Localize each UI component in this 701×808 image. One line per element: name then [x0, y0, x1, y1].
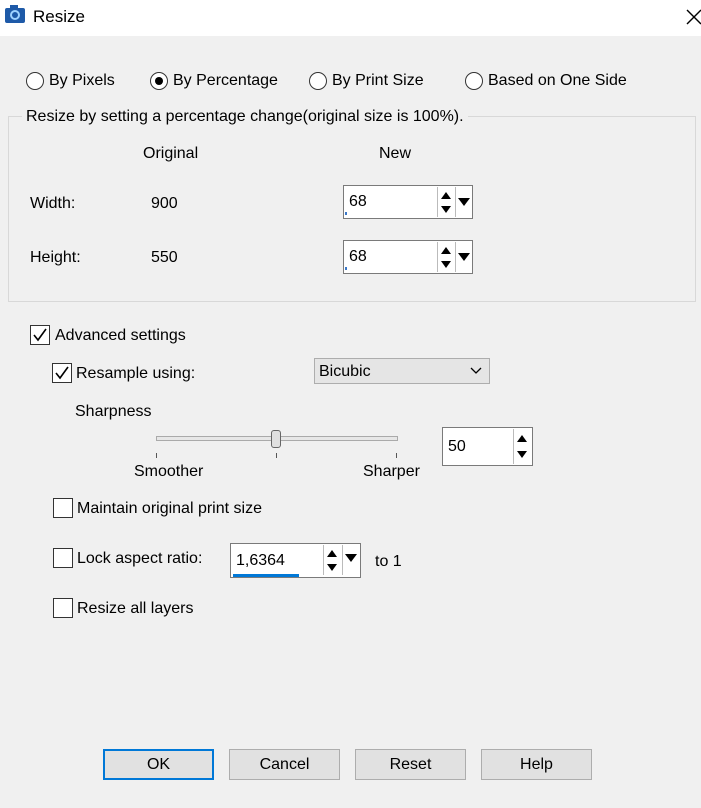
- text-caret: [345, 212, 347, 215]
- radio-circle[interactable]: [26, 72, 44, 90]
- radio-circle-selected[interactable]: [150, 72, 168, 90]
- advanced-settings-label: Advanced settings: [55, 327, 186, 344]
- ok-button[interactable]: OK: [103, 749, 214, 780]
- sharpness-label: Sharpness: [75, 403, 152, 420]
- checkmark-icon: [33, 328, 47, 342]
- width-original-value: 900: [151, 195, 178, 212]
- sharper-label: Sharper: [363, 463, 420, 480]
- title-bar: Resize: [0, 0, 701, 36]
- spin-down-icon[interactable]: [517, 451, 527, 458]
- advanced-settings-checkbox[interactable]: [30, 325, 50, 345]
- spin-up-icon[interactable]: [441, 192, 451, 199]
- height-new-value: 68: [349, 248, 367, 265]
- aspect-up-down[interactable]: [323, 545, 341, 575]
- spin-down-icon[interactable]: [441, 261, 451, 268]
- group-caption: Resize by setting a percentage change(or…: [22, 108, 468, 126]
- aspect-suffix: to 1: [375, 553, 402, 570]
- reset-button[interactable]: Reset: [355, 749, 466, 780]
- resample-method-value: Bicubic: [319, 363, 371, 380]
- chevron-down-icon[interactable]: [470, 367, 482, 375]
- radio-circle[interactable]: [309, 72, 327, 90]
- radio-label: Based on One Side: [488, 72, 627, 89]
- width-new-spinbox[interactable]: 68: [343, 185, 473, 219]
- camera-app-icon: [5, 5, 25, 23]
- maintain-print-size-label: Maintain original print size: [77, 500, 262, 517]
- radio-dot: [155, 77, 163, 85]
- radio-by-percentage[interactable]: By Percentage: [150, 70, 278, 92]
- spin-up-icon[interactable]: [327, 550, 337, 557]
- height-new-spinbox[interactable]: 68: [343, 240, 473, 274]
- width-dropdown[interactable]: [455, 187, 472, 217]
- width-new-value: 68: [349, 193, 367, 210]
- sharpness-spinbox[interactable]: 50: [442, 427, 533, 466]
- spin-up-icon[interactable]: [517, 435, 527, 442]
- focus-underline: [233, 574, 299, 577]
- slider-tick: [396, 453, 397, 458]
- smoother-label: Smoother: [134, 463, 204, 480]
- resample-checkbox[interactable]: [52, 363, 72, 383]
- radio-by-pixels[interactable]: By Pixels: [26, 70, 115, 92]
- resize-all-layers-checkbox[interactable]: [53, 598, 73, 618]
- dropdown-arrow-icon[interactable]: [458, 198, 470, 206]
- width-label: Width:: [30, 195, 76, 212]
- radio-by-print-size[interactable]: By Print Size: [309, 70, 424, 92]
- original-header: Original: [143, 145, 199, 162]
- sharpness-value: 50: [448, 438, 466, 455]
- lock-aspect-ratio-label: Lock aspect ratio:: [77, 550, 203, 567]
- cancel-button[interactable]: Cancel: [229, 749, 340, 780]
- spin-down-icon[interactable]: [327, 564, 337, 571]
- sharpness-slider-thumb[interactable]: [271, 430, 281, 448]
- sharpness-up-down[interactable]: [513, 429, 531, 464]
- aspect-ratio-value: 1,6364: [236, 552, 285, 569]
- resize-all-layers-label: Resize all layers: [77, 600, 194, 617]
- window-title: Resize: [33, 7, 85, 26]
- dropdown-arrow-icon[interactable]: [458, 253, 470, 261]
- text-caret: [345, 267, 347, 270]
- height-dropdown[interactable]: [455, 242, 472, 272]
- aspect-dropdown[interactable]: [342, 545, 360, 575]
- slider-tick: [156, 453, 157, 458]
- width-up-down[interactable]: [437, 187, 455, 217]
- new-header: New: [379, 145, 412, 162]
- spin-down-icon[interactable]: [441, 206, 451, 213]
- dropdown-arrow-icon[interactable]: [345, 554, 357, 562]
- aspect-ratio-spinbox[interactable]: 1,6364: [230, 543, 361, 578]
- checkmark-icon: [55, 366, 69, 380]
- radio-circle[interactable]: [465, 72, 483, 90]
- resample-label: Resample using:: [76, 365, 196, 382]
- height-original-value: 550: [151, 249, 178, 266]
- radio-label: By Pixels: [49, 72, 115, 89]
- radio-label: By Print Size: [332, 72, 424, 89]
- height-up-down[interactable]: [437, 242, 455, 272]
- radio-based-on-one-side[interactable]: Based on One Side: [465, 70, 627, 92]
- slider-tick: [276, 453, 277, 458]
- close-icon[interactable]: [683, 6, 701, 28]
- radio-label: By Percentage: [173, 72, 278, 89]
- height-label: Height:: [30, 249, 81, 266]
- maintain-print-size-checkbox[interactable]: [53, 498, 73, 518]
- resample-method-select[interactable]: Bicubic: [314, 358, 490, 384]
- help-button[interactable]: Help: [481, 749, 592, 780]
- lock-aspect-ratio-checkbox[interactable]: [53, 548, 73, 568]
- spin-up-icon[interactable]: [441, 247, 451, 254]
